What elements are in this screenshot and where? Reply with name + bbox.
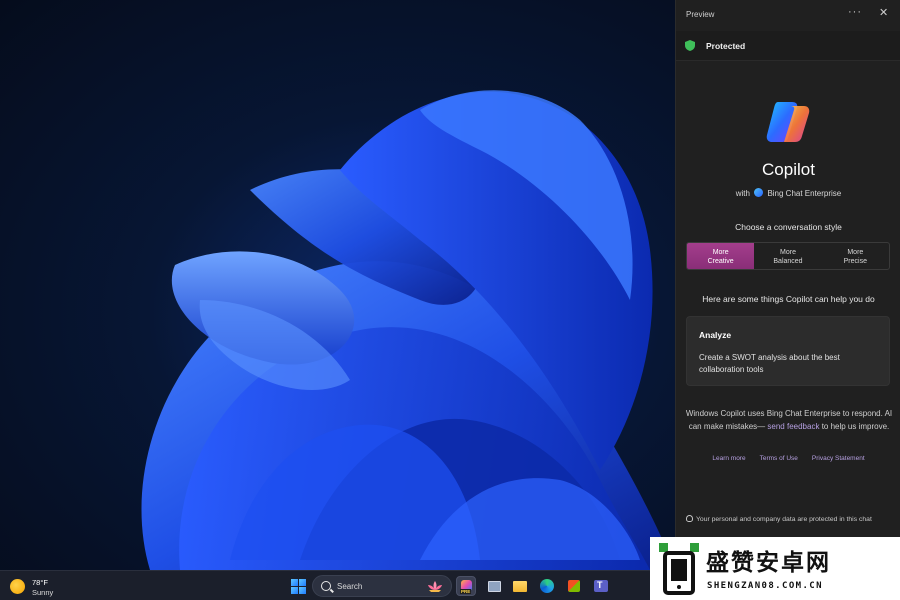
phone-logo-icon [659, 543, 699, 595]
search-icon [321, 581, 331, 591]
copilot-logo-icon [766, 102, 810, 142]
copilot-taskbar-icon[interactable]: PRE [456, 576, 476, 596]
conversation-style-label: Choose a conversation style [735, 222, 842, 232]
windows-logo-pane [299, 579, 306, 586]
footer-links: Learn more Terms of Use Privacy Statemen… [676, 455, 900, 462]
preview-badge: PRE [460, 589, 472, 594]
task-view-icon[interactable] [484, 576, 504, 596]
file-explorer-icon[interactable] [510, 576, 530, 596]
help-prompt: Here are some things Copilot can help yo… [702, 294, 875, 304]
bloom-wallpaper-art [141, 90, 675, 570]
privacy-note-text: Your personal and company data are prote… [696, 516, 872, 523]
start-button[interactable] [291, 579, 306, 594]
panel-header: Preview ··· ✕ [676, 0, 900, 30]
privacy-note: Your personal and company data are prote… [686, 515, 900, 523]
style-more-balanced-button[interactable]: More Balanced [754, 243, 821, 269]
style-more-precise-button[interactable]: More Precise [822, 243, 889, 269]
learn-more-link[interactable]: Learn more [712, 455, 745, 462]
suggestion-card[interactable]: Analyze Create a SWOT analysis about the… [686, 316, 890, 386]
subtitle-service: Bing Chat Enterprise [767, 189, 842, 198]
conversation-style-selector: More Creative More Balanced More Precise [686, 242, 890, 270]
teams-icon[interactable]: T [591, 576, 611, 596]
weather-condition: Sunny [32, 588, 54, 597]
app-name: Copilot [762, 160, 815, 179]
search-placeholder: Search [337, 582, 363, 591]
subtitle: with Bing Chat Enterprise [676, 188, 900, 198]
windows-logo-pane [291, 587, 298, 594]
protected-banner: Protected [676, 31, 900, 61]
suggestion-card-text: Create a SWOT analysis about the best co… [699, 353, 840, 374]
sun-icon [10, 579, 25, 594]
shield-icon [685, 40, 695, 51]
bing-icon [754, 188, 764, 197]
weather-temp: 78°F [32, 578, 48, 587]
desktop-wallpaper [0, 0, 675, 570]
shield-outline-icon [686, 515, 693, 522]
teams-letter: T [597, 580, 603, 590]
send-feedback-link[interactable]: send feedback [767, 422, 819, 431]
disclaimer: Windows Copilot uses Bing Chat Enterpris… [684, 408, 894, 433]
watermark-chinese: 盛赞安卓网 [706, 549, 831, 575]
terms-of-use-link[interactable]: Terms of Use [760, 455, 798, 462]
watermark-domain: SHENGZAN08.COM.CN [707, 581, 823, 591]
protected-label: Protected [706, 41, 746, 51]
taskbar-search[interactable]: Search [312, 575, 452, 597]
windows-logo-pane [291, 579, 298, 586]
edge-browser-icon[interactable] [537, 576, 557, 596]
suggestion-card-title: Analyze [699, 330, 732, 340]
panel-title: Preview [686, 10, 715, 19]
windows-logo-pane [299, 587, 306, 594]
copilot-panel: Preview ··· ✕ Protected Copilot with Bin… [675, 0, 900, 570]
site-watermark: 盛赞安卓网 SHENGZAN08.COM.CN [650, 537, 900, 600]
lotus-highlight-icon [428, 581, 442, 592]
subtitle-prefix: with [735, 189, 750, 198]
microsoft-store-icon[interactable] [564, 576, 584, 596]
disclaimer-tail: to help us improve. [821, 421, 890, 431]
more-options-icon[interactable]: ··· [848, 6, 862, 18]
privacy-statement-link[interactable]: Privacy Statement [812, 455, 865, 462]
style-more-creative-button[interactable]: More Creative [687, 243, 755, 269]
close-icon[interactable]: ✕ [879, 6, 888, 19]
